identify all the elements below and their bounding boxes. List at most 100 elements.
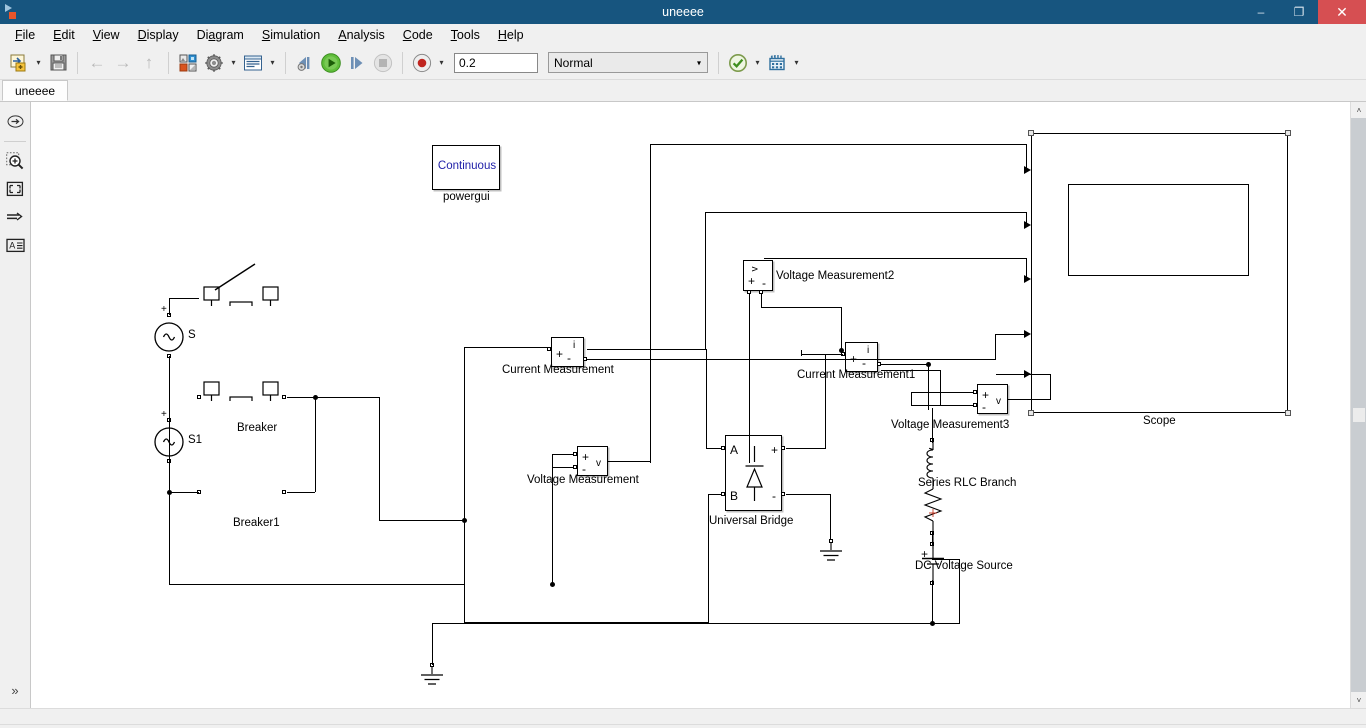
stop-button[interactable]: [370, 50, 396, 76]
wire-s-top-vertical[interactable]: [169, 298, 170, 315]
wire-vm2-out-riser[interactable]: [705, 212, 706, 350]
wire-bus-to-right[interactable]: [315, 397, 380, 398]
wire-vm-out-top[interactable]: [650, 144, 1027, 145]
block-universal-bridge[interactable]: A B + -: [725, 435, 782, 511]
wire-cm-out[interactable]: [587, 359, 996, 360]
wire-vm2-minus-right[interactable]: [761, 307, 842, 308]
wire-vm2-minus-drop[interactable]: [841, 307, 842, 351]
record-button[interactable]: [409, 50, 435, 76]
wire-vm3-out[interactable]: [1007, 399, 1051, 400]
wire-cm-to-bridge-a[interactable]: [706, 349, 707, 449]
wire-breaker1-right[interactable]: [287, 492, 315, 493]
new-model-caret-icon[interactable]: ▾: [32, 50, 45, 76]
run-button[interactable]: [318, 50, 344, 76]
wire-vm3-out-top[interactable]: [996, 374, 1051, 375]
scroll-up-arrow-icon[interactable]: ˄: [1351, 102, 1366, 118]
wire-bottom-return-up[interactable]: [959, 559, 960, 624]
wire-s-top-horizontal[interactable]: [169, 298, 199, 299]
wire-node-to-breaker1[interactable]: [169, 492, 199, 493]
library-browser-button[interactable]: [175, 50, 201, 76]
wire-vm2-v-out[interactable]: [764, 258, 1027, 259]
vertical-scrollbar[interactable]: ˄ ˅: [1350, 102, 1366, 708]
menu-view[interactable]: View: [84, 25, 129, 45]
wire-vm2-v-out-drop[interactable]: [1026, 258, 1027, 280]
wire-vm2-plus-down[interactable]: [749, 294, 750, 462]
wire-bridge-a-connect[interactable]: [706, 448, 722, 449]
horizontal-scrollbar[interactable]: [0, 708, 1366, 724]
block-scope[interactable]: [1031, 133, 1288, 413]
wire-cm-out-to-scope[interactable]: [995, 334, 1026, 335]
rail-expand-button[interactable]: »: [3, 680, 27, 700]
wire-vm3-out-riser[interactable]: [1050, 374, 1051, 400]
save-button[interactable]: [45, 50, 71, 76]
wire-vm-minus-drop[interactable]: [552, 467, 553, 584]
wire-cm1-in-riser[interactable]: [801, 350, 802, 356]
block-voltage-measurement3[interactable]: + - v: [977, 384, 1008, 414]
wire-vm-out-to-scope[interactable]: [1026, 144, 1027, 171]
scope-handle-bl[interactable]: [1028, 410, 1034, 416]
block-voltage-measurement2[interactable]: v + -: [743, 260, 773, 291]
block-source-s[interactable]: [152, 320, 186, 354]
wire-cm-riser[interactable]: [464, 347, 465, 521]
block-ground1[interactable]: [418, 666, 446, 688]
menu-simulation[interactable]: Simulation: [253, 25, 329, 45]
wire-bridge-b-connect[interactable]: [708, 494, 722, 495]
menu-edit[interactable]: Edit: [44, 25, 84, 45]
menu-diagram[interactable]: Diagram: [188, 25, 253, 45]
maximize-button[interactable]: ❐: [1280, 0, 1318, 24]
wire-vm-out[interactable]: [607, 461, 651, 462]
wire-bridge-b-riser[interactable]: [708, 494, 709, 623]
block-current-measurement[interactable]: + - i: [551, 337, 584, 367]
port-voltage-measurement3-plus[interactable]: [973, 390, 977, 394]
menu-display[interactable]: Display: [129, 25, 188, 45]
minimize-button[interactable]: –: [1242, 0, 1280, 24]
document-tab-uneeee[interactable]: uneeee: [2, 80, 69, 101]
wire-vm2-out-top[interactable]: [705, 212, 1027, 213]
hide-explore-bar-icon[interactable]: [3, 109, 27, 133]
block-breaker[interactable]: [201, 262, 287, 314]
wire-bridge-plus-to-cm1[interactable]: [825, 354, 843, 355]
model-explorer-caret-icon[interactable]: ▾: [266, 50, 279, 76]
wire-vm-minus-tap[interactable]: [553, 467, 574, 468]
wire-rlc-to-dc[interactable]: [932, 532, 933, 546]
wire-cm-riser-to-cm[interactable]: [464, 347, 549, 348]
wire-vm3-plus-connect[interactable]: [911, 392, 973, 393]
vertical-scrollbar-thumb[interactable]: [1353, 408, 1365, 422]
wire-cm-out-riser[interactable]: [995, 334, 996, 360]
menu-tools[interactable]: Tools: [442, 25, 489, 45]
performance-advisor-button[interactable]: [764, 50, 790, 76]
wire-bridge-minus-drop[interactable]: [830, 494, 831, 540]
block-breaker1[interactable]: [201, 357, 287, 409]
port-universal-bridge-minus[interactable]: [781, 492, 785, 496]
wire-cm-out-rightbranch[interactable]: [587, 349, 707, 350]
performance-advisor-caret-icon[interactable]: ▾: [790, 50, 803, 76]
wire-cm1-out[interactable]: [881, 364, 929, 365]
port-voltage-measurement3-minus[interactable]: [973, 403, 977, 407]
wire-vm-out-riser[interactable]: [650, 462, 651, 463]
wire-bridge-plus-riser[interactable]: [825, 354, 826, 449]
wire-bottom-rail-riser[interactable]: [464, 521, 465, 584]
block-powergui[interactable]: Continuous: [432, 145, 500, 190]
scroll-down-arrow-icon[interactable]: ˅: [1351, 692, 1366, 708]
model-explorer-button[interactable]: [240, 50, 266, 76]
wire-bridge-minus-out[interactable]: [786, 494, 831, 495]
wire-ground1-drop[interactable]: [432, 623, 433, 665]
vertical-scrollbar-track[interactable]: [1351, 118, 1366, 692]
wire-vm-out-up[interactable]: [650, 144, 651, 462]
wire-vm2-out-to-scope[interactable]: [1026, 212, 1027, 226]
port-breaker1-right[interactable]: [282, 490, 286, 494]
forward-button[interactable]: →: [110, 50, 136, 76]
fit-to-view-icon[interactable]: [3, 177, 27, 201]
new-model-button[interactable]: [6, 50, 32, 76]
step-back-button[interactable]: [292, 50, 318, 76]
scope-handle-br[interactable]: [1285, 410, 1291, 416]
annotation-icon[interactable]: A: [3, 233, 27, 257]
wire-s1-bottom[interactable]: [169, 461, 170, 585]
record-caret-icon[interactable]: ▾: [435, 50, 448, 76]
menu-file[interactable]: File: [6, 25, 44, 45]
wire-vm3-plus-riser[interactable]: [911, 392, 912, 406]
port-universal-bridge-plus[interactable]: [781, 446, 785, 450]
wire-breaker-bus[interactable]: [315, 397, 316, 492]
scope-handle-tl[interactable]: [1028, 130, 1034, 136]
model-canvas[interactable]: Continuous powergui + S + S1 Breaker Bre…: [31, 102, 1350, 708]
